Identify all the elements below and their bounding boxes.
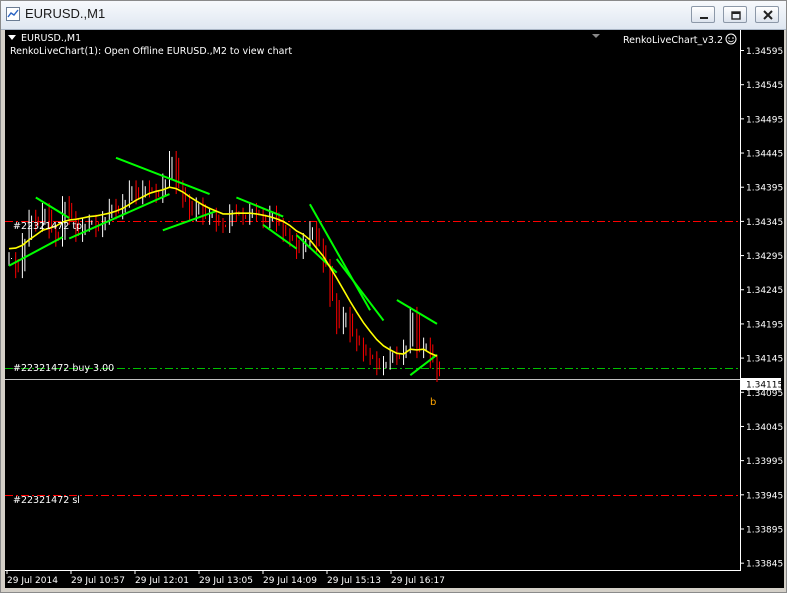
time-tick-label: 29 Jul 2014	[7, 576, 58, 586]
close-icon	[763, 10, 773, 20]
chart-background	[5, 30, 784, 588]
price-tick-label: 1.34445	[746, 150, 783, 160]
buy-line-label: #22321472 buy 3.00	[13, 363, 114, 374]
trade-marker-label: b	[430, 397, 436, 408]
time-tick-label: 29 Jul 16:17	[391, 576, 445, 586]
minimize-icon	[700, 17, 708, 19]
current-price-label: 1.34115	[746, 381, 783, 391]
price-tick-label: 1.33895	[746, 525, 783, 535]
chart-area[interactable]: EURUSD.,M1 RenkoLiveChart(1): Open Offli…	[5, 30, 784, 588]
indicator-name: RenkoLiveChart_v3.2	[623, 35, 723, 46]
restore-button[interactable]	[723, 6, 747, 23]
chart-window: EURUSD.,M1 EURUSD.,M1 RenkoLiveChart(1):…	[0, 0, 787, 593]
price-tick-label: 1.33995	[746, 457, 783, 467]
tp-line-label: #22321472 tp	[13, 221, 82, 232]
minimize-button[interactable]	[691, 6, 715, 23]
chart-app-icon	[6, 7, 20, 21]
price-tick-label: 1.34045	[746, 423, 783, 433]
sl-line-label: #22321472 sl	[13, 495, 80, 506]
title-bar[interactable]: EURUSD.,M1	[1, 1, 786, 30]
price-tick-label: 1.34595	[746, 47, 783, 57]
chart-symbol-header: EURUSD.,M1	[21, 33, 81, 44]
time-tick-label: 29 Jul 10:57	[71, 576, 125, 586]
price-tick-label: 1.34395	[746, 184, 783, 194]
price-tick-label: 1.34145	[746, 355, 783, 365]
price-tick-label: 1.33945	[746, 491, 783, 501]
price-tick-label: 1.34295	[746, 252, 783, 262]
price-tick-label: 1.34345	[746, 218, 783, 228]
price-tick-label: 1.33845	[746, 560, 783, 570]
price-tick-label: 1.34195	[746, 320, 783, 330]
price-tick-label: 1.34545	[746, 81, 783, 91]
close-button[interactable]	[755, 6, 779, 23]
window-title: EURUSD.,M1	[25, 6, 106, 21]
current-price-tag: 1.34115	[741, 378, 783, 391]
time-tick-label: 29 Jul 15:13	[327, 576, 381, 586]
price-tick-label: 1.34495	[746, 115, 783, 125]
price-tick-label: 1.34245	[746, 286, 783, 296]
time-tick-label: 29 Jul 12:01	[135, 576, 189, 586]
time-tick-label: 29 Jul 14:09	[263, 576, 317, 586]
restore-icon	[731, 11, 741, 20]
indicator-message: RenkoLiveChart(1): Open Offline EURUSD.,…	[10, 46, 292, 57]
time-tick-label: 29 Jul 13:05	[199, 576, 253, 586]
price-chart[interactable]: EURUSD.,M1 RenkoLiveChart(1): Open Offli…	[5, 30, 784, 588]
